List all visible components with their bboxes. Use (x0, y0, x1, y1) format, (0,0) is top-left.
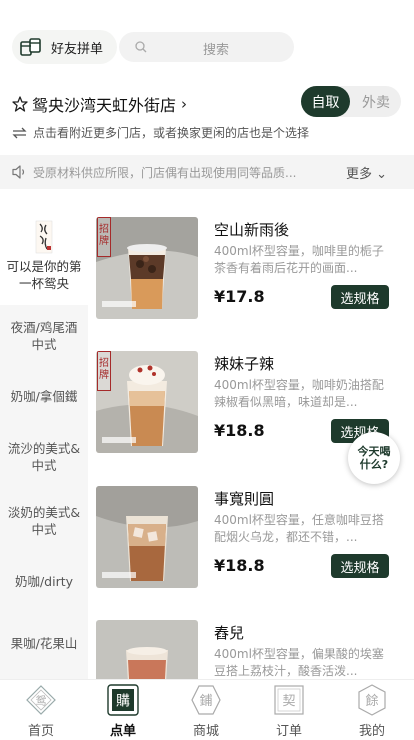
mode-delivery[interactable]: 外卖 (351, 86, 401, 117)
store-selector[interactable]: 鸳央沙湾天虹外街店 › (12, 92, 187, 116)
product-price: ¥18.8 (214, 421, 265, 440)
store-name: 鸳央沙湾天虹外街店 (32, 96, 177, 115)
product-description: 400ml杯型容量，任意咖啡豆搭配烟火乌龙，都还不错，... (214, 513, 384, 544)
tab-label: 订单 (275, 724, 302, 739)
spacer (0, 189, 414, 207)
svg-text:鋪: 鋪 (199, 693, 212, 709)
product-image: 招牌 (96, 351, 198, 453)
mall-seal-icon: 鋪 (191, 685, 221, 715)
group-order-button[interactable]: 好友拼单 (12, 30, 118, 64)
choose-spec-button[interactable]: 选规格 (331, 554, 389, 578)
product-description: 400ml杯型容量，偏果酸的埃塞豆搭上荔枝汁，酸香活泼... (214, 647, 384, 678)
sidebar-item-label: 奶咖/拿個鐵 (10, 388, 78, 404)
today-drink-float-button[interactable]: 今天喝什么? (348, 432, 400, 484)
calligraphy-logo-icon (35, 220, 53, 254)
product-price: ¥17.8 (214, 287, 265, 306)
product-card[interactable]: 事寬則圓 400ml杯型容量，任意咖啡豆搭配烟火乌龙，都还不错，... ¥18.… (96, 486, 414, 588)
tab-label: 商城 (192, 724, 219, 739)
notice-more-label: 更多 (346, 167, 373, 182)
sidebar-item-first-cup[interactable]: 可以是你的第一杯鸳央 (0, 207, 88, 305)
product-name: 舂兒 (214, 624, 245, 642)
order-mode-toggle: 自取 外卖 (301, 86, 401, 117)
star-icon (12, 96, 28, 112)
svg-text:契: 契 (282, 694, 295, 709)
speaker-icon (12, 165, 25, 179)
float-label: 今天喝什么? (357, 445, 391, 471)
product-image (96, 486, 198, 588)
top-header: 好友拼单 搜索 (0, 0, 414, 90)
tab-order[interactable]: 購 点单 (82, 680, 164, 740)
notice-text: 受原材料供应所限，门店偶有出现使用同等品质... (33, 166, 297, 180)
product-card[interactable]: 舂兒 400ml杯型容量，偏果酸的埃塞豆搭上荔枝汁，酸香活泼... (96, 620, 414, 679)
svg-text:餘: 餘 (365, 693, 378, 709)
sidebar-item-light-milk-americano[interactable]: 淡奶的美式&中式 (0, 493, 88, 549)
product-image: 招牌 (96, 217, 198, 319)
nearby-hint-text: 点击看附近更多门店，或者换家更闲的店也是个选择 (33, 126, 310, 140)
tab-orders[interactable]: 契 订单 (248, 680, 330, 740)
notice-more-link[interactable]: 更多 ⌄ (346, 163, 387, 182)
group-order-label: 好友拼单 (51, 41, 104, 57)
tab-label: 我的 (358, 724, 385, 739)
tab-home[interactable]: 鸳 首页 (0, 680, 82, 740)
orders-seal-icon: 契 (274, 685, 304, 715)
group-cups-icon (20, 38, 41, 56)
home-seal-icon: 鸳 (26, 685, 56, 715)
sidebar-item-night-wine[interactable]: 夜酒/鸡尾酒中式 (0, 308, 88, 364)
category-sidebar: 可以是你的第一杯鸳央 夜酒/鸡尾酒中式 奶咖/拿個鐵 流沙的美式&中式 淡奶的美… (0, 207, 88, 679)
order-seal-icon: 購 (107, 684, 139, 716)
product-card[interactable]: 招牌 空山新雨後 400ml杯型容量，咖啡里的栀子茶香有着雨后花开的画面... … (96, 217, 414, 319)
choose-spec-button[interactable]: 选规格 (331, 285, 389, 309)
mode-pickup[interactable]: 自取 (301, 86, 350, 117)
sidebar-item-quicksand-americano[interactable]: 流沙的美式&中式 (0, 429, 88, 485)
product-price: ¥18.8 (214, 556, 265, 575)
sidebar-item-label: 果咖/花果山 (10, 635, 78, 651)
badge-signature: 招牌 (97, 217, 111, 257)
sidebar-item-label: 流沙的美式&中式 (7, 441, 81, 473)
svg-text:鸳: 鸳 (36, 694, 47, 708)
search-input[interactable]: 搜索 (119, 32, 294, 62)
mine-seal-icon: 餘 (358, 684, 386, 716)
sidebar-item-label: 可以是你的第一杯鸳央 (6, 259, 82, 291)
search-placeholder: 搜索 (203, 43, 230, 58)
svg-text:購: 購 (116, 694, 130, 710)
product-image (96, 620, 198, 679)
chevron-right-icon: › (181, 95, 188, 113)
bottom-tab-bar: 鸳 首页 購 点单 鋪 商城 契 订单 餘 我的 (0, 679, 414, 739)
sidebar-item-dirty[interactable]: 奶咖/dirty (0, 553, 88, 609)
notice-bar: 受原材料供应所限，门店偶有出现使用同等品质... 更多 ⌄ (0, 155, 414, 189)
search-icon (135, 41, 147, 53)
product-name: 事寬則圓 (214, 490, 275, 508)
product-description: 400ml杯型容量，咖啡奶油搭配辣椒看似黑暗，味道却是... (214, 378, 384, 409)
sidebar-item-label: 奶咖/dirty (14, 573, 74, 589)
sidebar-item-label: 夜酒/鸡尾酒中式 (10, 320, 78, 352)
tab-mall[interactable]: 鋪 商城 (165, 680, 247, 740)
chevron-down-icon: ⌄ (376, 167, 388, 182)
product-name: 辣妹子辣 (214, 355, 275, 373)
switch-arrows-icon (12, 127, 27, 138)
tab-label: 首页 (27, 724, 54, 739)
product-description: 400ml杯型容量，咖啡里的栀子茶香有着雨后花开的画面... (214, 244, 384, 275)
tab-label: 点单 (109, 724, 136, 739)
badge-signature: 招牌 (97, 351, 111, 391)
product-name: 空山新雨後 (214, 221, 290, 239)
sidebar-item-label: 淡奶的美式&中式 (7, 505, 81, 537)
sidebar-item-fruit-coffee[interactable]: 果咖/花果山 (0, 615, 88, 671)
sidebar-item-milk-latte[interactable]: 奶咖/拿個鐵 (0, 368, 88, 424)
tab-mine[interactable]: 餘 我的 (331, 680, 413, 740)
nearby-stores-hint[interactable]: 点击看附近更多门店，或者换家更闲的店也是个选择 (12, 124, 309, 141)
